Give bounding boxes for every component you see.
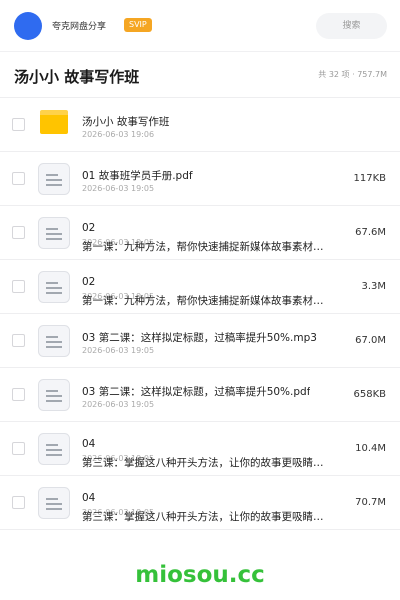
item-name: 04 — [82, 438, 96, 450]
row-checkbox[interactable] — [12, 334, 25, 347]
item-size: 3.3M — [361, 281, 386, 292]
row-checkbox[interactable] — [12, 388, 25, 401]
item-size: 67.0M — [355, 335, 386, 346]
list-item[interactable]: 03 第二课：这样拟定标题，过稿率提升50%.mp3 2026-06-03 19… — [0, 314, 400, 368]
list-item[interactable]: 04 2026-06-03 19:05 第三课：掌握这八种开头方法，让你的故事更… — [0, 422, 400, 476]
document-icon — [38, 433, 70, 465]
list-item[interactable]: 01 故事班学员手册.pdf 2026-06-03 19:05 117KB — [0, 152, 400, 206]
row-checkbox[interactable] — [12, 442, 25, 455]
folder-title-row: 汤小小 故事写作班 共 32 项 · 757.7M — [0, 52, 400, 98]
app-header: 夸克网盘分享 SVIP 搜索 — [0, 0, 400, 52]
item-date: 2026-06-03 19:05 — [82, 400, 155, 409]
item-size: 70.7M — [355, 497, 386, 508]
document-icon — [38, 163, 70, 195]
row-checkbox[interactable] — [12, 496, 25, 509]
item-date: 2026-06-03 19:05 — [82, 184, 155, 193]
item-name: 03 第二课：这样拟定标题，过稿率提升50%.pdf — [82, 386, 311, 398]
row-checkbox[interactable] — [12, 172, 25, 185]
item-name: 汤小小 故事写作班 — [82, 116, 170, 128]
document-icon — [38, 217, 70, 249]
svip-badge: SVIP — [124, 18, 152, 32]
site-watermark: miosou.cc — [135, 562, 265, 588]
row-checkbox[interactable] — [12, 118, 25, 131]
file-list: 汤小小 故事写作班 2026-06-03 19:06 01 故事班学员手册.pd… — [0, 98, 400, 530]
list-item[interactable]: 02 2026-06-03 19:05 第一课：九种方法，帮你快速捕捉新媒体故事… — [0, 260, 400, 314]
folder-meta: 共 32 项 · 757.7M — [318, 70, 387, 79]
item-name: 01 故事班学员手册.pdf — [82, 170, 193, 182]
avatar[interactable] — [14, 12, 42, 40]
item-name: 04 — [82, 492, 96, 504]
item-name: 03 第二课：这样拟定标题，过稿率提升50%.mp3 — [82, 332, 317, 344]
item-name-continued: 第一课：九种方法，帮你快速捕捉新媒体故事素材… — [82, 295, 324, 307]
item-name: 02 — [82, 276, 96, 288]
document-icon — [38, 271, 70, 303]
row-checkbox[interactable] — [12, 226, 25, 239]
sharer-name: 夸克网盘分享 — [52, 22, 107, 32]
item-name-continued: 第三课：掌握这八种开头方法，让你的故事更吸睛… — [82, 511, 324, 523]
document-icon — [38, 379, 70, 411]
document-icon — [38, 325, 70, 357]
row-checkbox[interactable] — [12, 280, 25, 293]
item-name-continued: 第三课：掌握这八种开头方法，让你的故事更吸睛… — [82, 457, 324, 469]
list-item[interactable]: 03 第二课：这样拟定标题，过稿率提升50%.pdf 2026-06-03 19… — [0, 368, 400, 422]
item-name: 02 — [82, 222, 96, 234]
list-item[interactable]: 02 2026-06-03 19:05 第一课：九种方法，帮你快速捕捉新媒体故事… — [0, 206, 400, 260]
item-size: 117KB — [353, 173, 386, 184]
document-icon — [38, 487, 70, 519]
item-size: 10.4M — [355, 443, 386, 454]
item-name-continued: 第一课：九种方法，帮你快速捕捉新媒体故事素材… — [82, 241, 324, 253]
page-title: 汤小小 故事写作班 — [14, 68, 140, 86]
list-item[interactable]: 汤小小 故事写作班 2026-06-03 19:06 — [0, 98, 400, 152]
item-size: 658KB — [353, 389, 386, 400]
item-date: 2026-06-03 19:05 — [82, 346, 155, 355]
folder-icon — [40, 110, 68, 134]
item-size: 67.6M — [355, 227, 386, 238]
list-item[interactable]: 04 2026-06-03 19:05 第三课：掌握这八种开头方法，让你的故事更… — [0, 476, 400, 530]
item-date: 2026-06-03 19:06 — [82, 130, 155, 139]
search-input[interactable]: 搜索 — [316, 13, 387, 39]
